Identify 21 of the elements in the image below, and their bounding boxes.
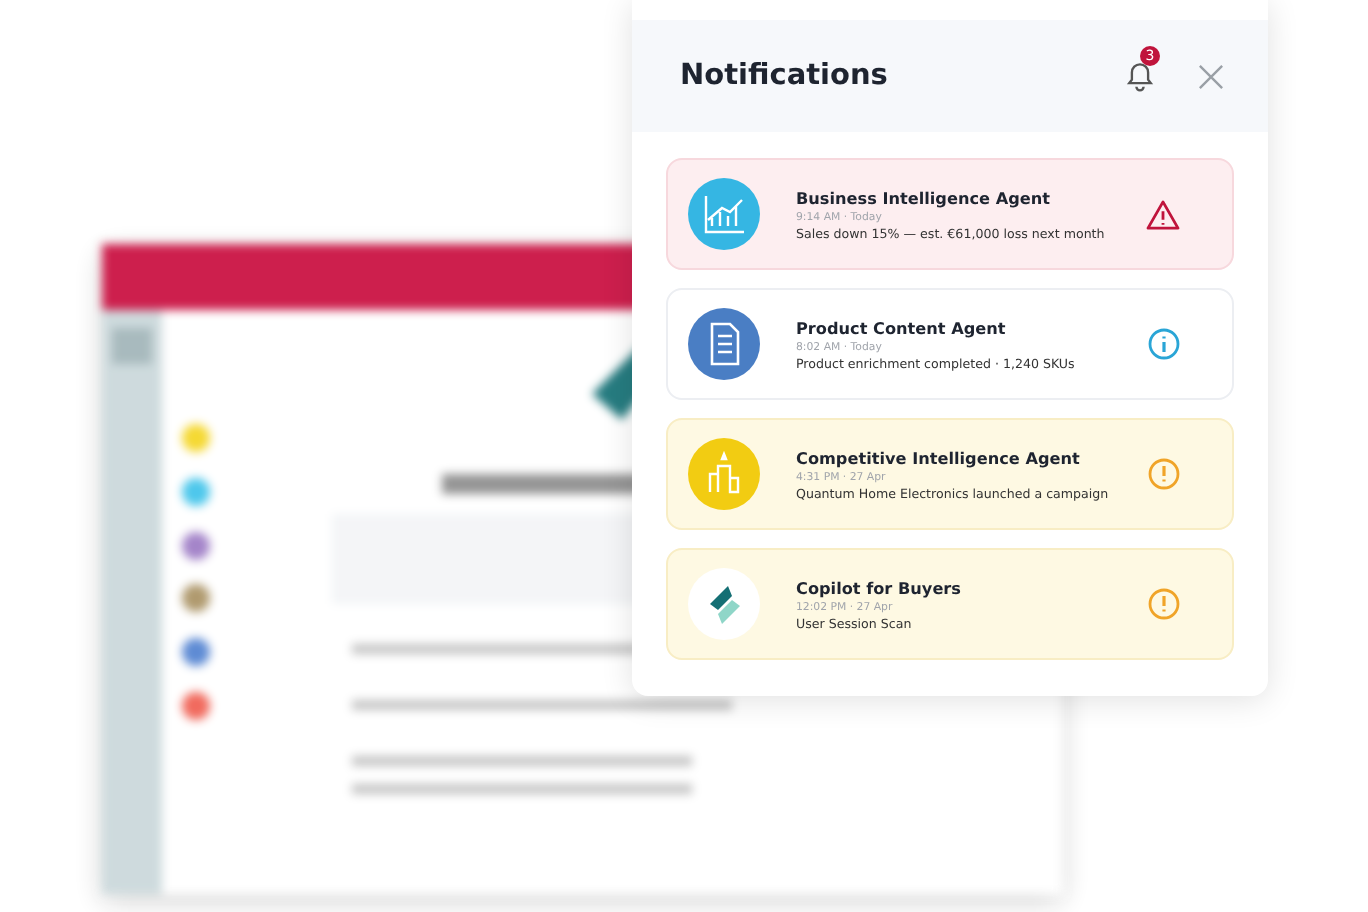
blurred-dot	[182, 478, 210, 506]
logo-icon	[688, 568, 760, 640]
agent-name: Business Intelligence Agent	[796, 187, 1053, 207]
blurred-dot	[182, 692, 210, 720]
podium-icon	[688, 438, 760, 510]
blurred-dot	[182, 424, 210, 452]
blurred-sidebar-item	[112, 328, 152, 364]
agent-name: Competitive Intelligence Agent	[796, 447, 1082, 467]
chart-icon	[688, 178, 760, 250]
bell-icon[interactable]	[1122, 58, 1158, 94]
document-icon	[688, 308, 760, 380]
panel-title: Notifications	[680, 60, 890, 92]
exclamation-icon	[1148, 588, 1180, 620]
agent-name: Product Content Agent	[796, 317, 1008, 337]
blurred-dot	[182, 532, 210, 560]
blurred-dot	[182, 638, 210, 666]
exclamation-icon	[1148, 458, 1180, 490]
warning-triangle-icon	[1146, 199, 1180, 229]
info-icon	[1148, 328, 1180, 360]
agent-name: Copilot for Buyers	[796, 577, 963, 597]
blurred-dot	[182, 584, 210, 612]
